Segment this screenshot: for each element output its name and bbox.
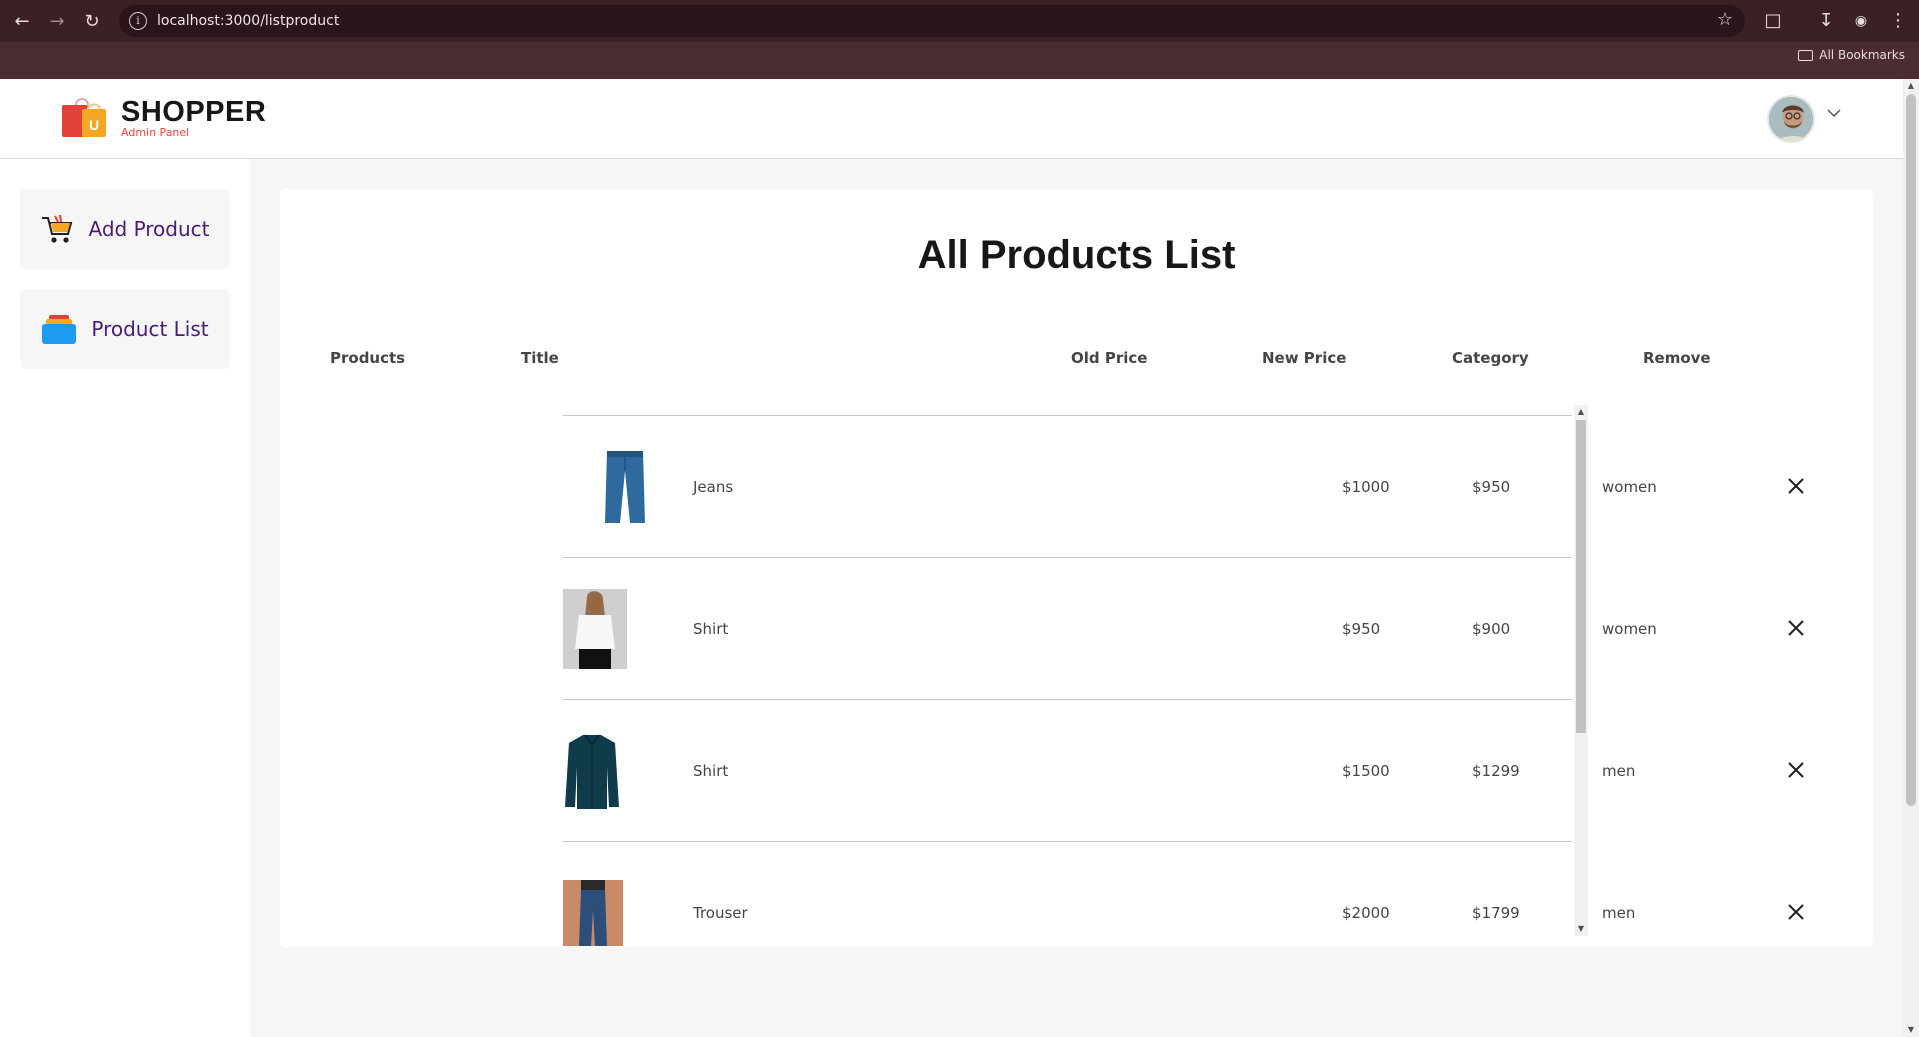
page-scrollbar[interactable]: ▲ ▼ <box>1903 79 1919 1037</box>
download-icon[interactable]: ↧ <box>1813 9 1839 33</box>
all-bookmarks[interactable]: All Bookmarks <box>1798 48 1905 62</box>
remove-icon[interactable] <box>1786 760 1806 780</box>
product-title: Shirt <box>693 620 729 638</box>
product-category: men <box>1602 904 1636 922</box>
dark-shirt-image <box>565 734 619 809</box>
product-title: Shirt <box>693 762 729 780</box>
profile-icon[interactable]: ◉ <box>1848 9 1874 33</box>
page-title: All Products List <box>917 233 1236 277</box>
address-bar[interactable]: i localhost:3000/listproduct ☆ <box>119 5 1745 37</box>
chevron-down-icon[interactable] <box>1826 105 1842 121</box>
scroll-down-arrow-icon[interactable]: ▼ <box>1576 924 1586 934</box>
white-blouse-image <box>563 589 627 669</box>
menu-kebab-icon[interactable]: ⋮ <box>1885 9 1911 33</box>
table-row: Trouser $2000 $1799 men <box>563 841 1804 947</box>
table-row: Jeans $1000 $950 women <box>563 415 1804 558</box>
product-old-price: $1500 <box>1342 762 1390 780</box>
page-scroll-down-arrow-icon[interactable]: ▼ <box>1906 1025 1916 1035</box>
remove-icon[interactable] <box>1786 476 1806 496</box>
column-header-category: Category <box>1452 349 1529 367</box>
product-new-price: $900 <box>1472 620 1511 638</box>
product-thumbnail-dark-shirt <box>563 700 621 842</box>
product-category: men <box>1602 762 1636 780</box>
cart-icon <box>42 214 73 243</box>
avatar-portrait-icon <box>1769 97 1813 141</box>
folder-icon <box>1798 49 1814 61</box>
scrollbar-thumb[interactable] <box>1576 420 1586 733</box>
shopping-bag-logo-icon: U <box>62 98 106 137</box>
app-header: U SHOPPER Admin Panel <box>0 79 1903 159</box>
stack-icon <box>42 315 77 344</box>
forward-icon[interactable]: → <box>45 10 69 34</box>
brand-subtitle: Admin Panel <box>121 126 190 139</box>
product-list-panel: All Products List Products Title Old Pri… <box>280 189 1873 947</box>
product-thumbnail-blouse <box>563 558 627 700</box>
product-title: Trouser <box>693 904 748 922</box>
column-header-products: Products <box>330 349 406 367</box>
product-old-price: $950 <box>1342 620 1381 638</box>
scroll-up-arrow-icon[interactable]: ▲ <box>1576 407 1586 417</box>
remove-icon[interactable] <box>1786 902 1806 922</box>
sidebar-item-label: Product List <box>91 317 209 341</box>
extensions-icon[interactable]: □ <box>1760 9 1786 33</box>
site-info-icon[interactable]: i <box>129 12 147 30</box>
browser-toolbar: ← → ↻ i localhost:3000/listproduct ☆ □ ↧… <box>0 0 1919 42</box>
product-thumbnail-trouser <box>563 842 623 947</box>
sidebar: Add Product Product List <box>0 159 250 1037</box>
reload-icon[interactable]: ↻ <box>80 10 104 34</box>
product-new-price: $1799 <box>1472 904 1520 922</box>
brand-title: SHOPPER <box>121 96 267 128</box>
table-row: Shirt $950 $900 women <box>563 557 1804 700</box>
product-new-price: $1299 <box>1472 762 1520 780</box>
column-header-new-price: New Price <box>1262 349 1347 367</box>
back-icon[interactable]: ← <box>10 10 34 34</box>
sidebar-item-product-list[interactable]: Product List <box>20 289 230 369</box>
avatar[interactable] <box>1767 95 1815 143</box>
column-header-old-price: Old Price <box>1071 349 1148 367</box>
sidebar-item-label: Add Product <box>88 217 210 241</box>
brand: SHOPPER Admin Panel <box>121 97 266 139</box>
product-old-price: $1000 <box>1342 478 1390 496</box>
sidebar-item-add-product[interactable]: Add Product <box>20 189 230 269</box>
product-title: Jeans <box>693 478 734 496</box>
product-list-scrollbar[interactable]: ▲ ▼ <box>1574 405 1588 936</box>
page-scroll-up-arrow-icon[interactable]: ▲ <box>1906 81 1916 91</box>
jeans-image <box>605 451 645 523</box>
table-row: Shirt $1500 $1299 men <box>563 699 1804 842</box>
column-header-remove: Remove <box>1643 349 1711 367</box>
product-old-price: $2000 <box>1342 904 1390 922</box>
all-bookmarks-label: All Bookmarks <box>1819 48 1905 62</box>
product-list[interactable]: Jeans $1000 $950 women Shirt $950 $900 w… <box>563 415 1871 947</box>
product-new-price: $950 <box>1472 478 1511 496</box>
product-category: women <box>1602 478 1657 496</box>
logo-bag-letter: U <box>89 117 99 133</box>
product-category: women <box>1602 620 1657 638</box>
browser-chrome: ← → ↻ i localhost:3000/listproduct ☆ □ ↧… <box>0 0 1919 79</box>
trouser-image <box>563 880 623 946</box>
column-header-title: Title <box>521 349 559 367</box>
product-thumbnail-jeans <box>603 416 647 558</box>
bookmark-star-icon[interactable]: ☆ <box>1717 9 1733 30</box>
page-scrollbar-thumb[interactable] <box>1906 94 1916 806</box>
remove-icon[interactable] <box>1786 618 1806 638</box>
address-url[interactable]: localhost:3000/listproduct <box>157 5 339 37</box>
